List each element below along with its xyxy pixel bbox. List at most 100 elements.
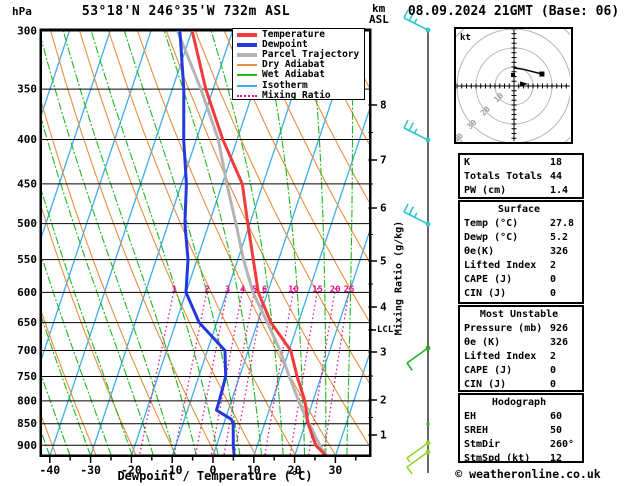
- panel-row-label: θe (K): [464, 337, 501, 348]
- panel-row-value: 2: [550, 351, 557, 362]
- panel-row: Lifted Index 2: [464, 259, 582, 273]
- pressure-tick-label: 800: [17, 394, 37, 407]
- km-tick-label: 6: [380, 202, 387, 215]
- pressure-tick-label: 400: [17, 133, 37, 146]
- panel-row-label: Totals Totals: [464, 171, 543, 182]
- dry-adiabat-line: [601, 31, 629, 458]
- panel-row-label: CAPE (J): [464, 365, 513, 376]
- pressure-tick-label: 700: [17, 344, 37, 357]
- panel-row: CAPE (J) 0: [464, 364, 582, 378]
- mixing-ratio-value-label: 3: [225, 285, 230, 295]
- legend-swatch-wet-adiabat: [237, 74, 257, 77]
- panel-row-label: CIN (J): [464, 288, 507, 299]
- pressure-tick-label: 650: [17, 316, 37, 329]
- pressure-tick-label: 450: [17, 177, 37, 190]
- surface-panel-title: Surface: [497, 204, 541, 215]
- panel-row-label: PW (cm): [464, 185, 507, 196]
- panel-row-value: 50: [550, 425, 563, 436]
- wind-barb: [406, 345, 431, 371]
- km-tick-label: 5: [380, 255, 387, 268]
- panel-row-value: 0: [550, 379, 557, 390]
- panel-row-value: 326: [550, 246, 569, 257]
- panel-row-value: 18: [550, 157, 563, 168]
- panel-row: CIN (J) 0: [464, 378, 582, 392]
- panel-row-label: EH: [464, 411, 477, 422]
- panel-row: Temp (°C) 27.8: [464, 217, 582, 231]
- panel-row-value: 0: [550, 365, 557, 376]
- km-tick-label: 7: [380, 154, 387, 167]
- legend-swatch-mixing-ratio: [237, 94, 257, 97]
- pressure-tick-label: 350: [17, 83, 37, 96]
- panel-row-value: 0: [550, 288, 557, 299]
- legend-swatch-dry-adiabat: [237, 64, 257, 67]
- hodograph-panel-title: Hodograph: [491, 397, 547, 408]
- panel-row: SREH 50: [464, 424, 582, 438]
- hodograph-panel: Hodograph EH 60 SREH 50 StmDir 260° StmSpd (kt…: [458, 393, 584, 466]
- mixing-ratio-value-label: 25: [344, 285, 355, 295]
- panel-row-value: 5.2: [550, 232, 569, 243]
- valid-datetime: 08.09.2024 21GMT (Base: 06): [407, 4, 620, 19]
- mixing-ratio-value-label: 1: [171, 285, 176, 295]
- mixing-ratio-value-label: 6: [262, 285, 267, 295]
- panel-row: PW (cm) 1.4: [464, 184, 582, 198]
- panel-row-value: 926: [550, 323, 569, 334]
- legend-swatch-isotherm: [237, 84, 257, 87]
- hodograph-surface-marker: [511, 72, 516, 77]
- wet-adiabat-line: [0, 31, 9, 456]
- panel-row-label: θe(K): [464, 246, 495, 257]
- pressure-tick-label: 900: [17, 439, 37, 452]
- mixing-ratio-line: [264, 287, 295, 456]
- legend-label: Mixing Ratio: [262, 89, 331, 101]
- mixing-ratio-line: [210, 287, 244, 456]
- panel-row-value: 260°: [550, 439, 575, 450]
- panel-row-label: Lifted Index: [464, 351, 537, 362]
- panel-row: K 18: [464, 156, 582, 170]
- surface-panel: Surface Temp (°C) 27.8 Dewp (°C) 5.2 θe(K) 32…: [458, 200, 584, 304]
- station-title: 53°18'N 246°35'W 732m ASL: [81, 4, 291, 19]
- pressure-tick-label: 300: [17, 25, 37, 38]
- pressure-tick-label: 550: [17, 253, 37, 266]
- panel-row: EH 60: [464, 410, 582, 424]
- wind-barb-column: [403, 9, 431, 475]
- legend-swatch-temperature: [237, 33, 257, 38]
- wet-adiabat-line: [41, 314, 92, 456]
- panel-row-label: Lifted Index: [464, 260, 537, 271]
- legend-item: Wet Adiabat: [237, 70, 364, 80]
- legend-label: Wet Adiabat: [262, 69, 325, 81]
- panel-row-label: StmSpd (kt): [464, 453, 531, 464]
- skewt-sounding-page: 1 2 3 4 5 6 10 15 20 25 -40 -30 -20 -10 0 10 20 30 300 350 4…: [0, 0, 629, 486]
- panel-row-label: Dewp (°C): [464, 232, 519, 243]
- panel-row-value: 2: [550, 260, 557, 271]
- mixing-ratio-value-label: 4: [240, 285, 246, 295]
- pressure-tick-label: 750: [17, 370, 37, 383]
- panel-row-label: Pressure (mb): [464, 323, 543, 334]
- altitude-unit-asl-label: ASL: [369, 13, 389, 26]
- mixing-ratio-line: [138, 287, 176, 456]
- pressure-unit-label: hPa: [12, 5, 32, 18]
- km-tick-label: 3: [380, 346, 387, 359]
- wind-barb: [406, 449, 431, 475]
- wet-adiabat-line: [41, 115, 154, 456]
- copyright-credit: © weatheronline.co.uk: [455, 467, 601, 481]
- panel-row: Dewp (°C) 5.2: [464, 231, 582, 245]
- isotherm-line: [90, 30, 234, 456]
- panel-row: θe (K) 326: [464, 336, 582, 350]
- panel-row-value: 12: [550, 453, 563, 464]
- legend-item: Mixing Ratio: [237, 89, 364, 101]
- panel-row: θe(K) 326: [464, 245, 582, 259]
- most-unstable-panel: Most Unstable Pressure (mb) 926 θe (K) 326 L…: [458, 305, 584, 392]
- wind-barb: [403, 203, 431, 227]
- dry-adiabat-line: [50, 30, 217, 456]
- pressure-tick-label: 500: [17, 217, 37, 230]
- km-tick-label: 4: [380, 301, 387, 314]
- km-tick-label: 2: [380, 394, 387, 407]
- mixing-ratio-value-label: 15: [312, 285, 323, 295]
- legend-swatch-dewpoint: [237, 43, 257, 48]
- panel-row: StmSpd (kt) 12: [464, 452, 582, 466]
- dry-adiabat-line: [79, 30, 257, 456]
- legend-box: Temperature Dewpoint Parcel Trajectory Dry …: [232, 28, 365, 100]
- pressure-tick-label: 850: [17, 417, 37, 430]
- panel-row-value: 44: [550, 171, 563, 182]
- mixing-ratio-value-label: 2: [204, 285, 209, 295]
- panel-row: Lifted Index 2: [464, 350, 582, 364]
